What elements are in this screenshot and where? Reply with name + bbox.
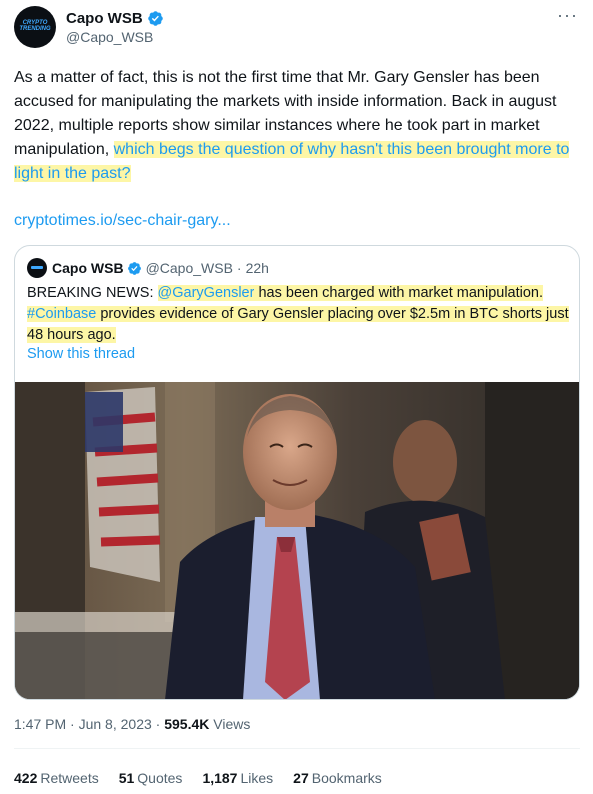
likes-stat[interactable]: 1,187 Likes xyxy=(202,770,273,786)
quoted-text-part2: has been charged with market manipulatio… xyxy=(254,285,544,301)
author-display-name[interactable]: Capo WSB xyxy=(66,10,143,27)
quoted-tweet-header: Capo WSB @Capo_WSB · 22h xyxy=(27,258,269,278)
meta-separator-1: · xyxy=(70,716,75,732)
quoted-time: 22h xyxy=(245,260,269,276)
meta-separator-2: · xyxy=(155,716,161,732)
bookmarks-count: 27 xyxy=(293,770,309,786)
quoted-tweet-text: BREAKING NEWS: @GaryGensler has been cha… xyxy=(27,283,572,346)
avatar[interactable]: CRYPTO TRENDING xyxy=(14,6,56,48)
quotes-count: 51 xyxy=(118,770,135,786)
bookmarks-label: Bookmarks xyxy=(311,770,382,786)
tweet-header: CRYPTO TRENDING Capo WSB @Capo_WSB ··· xyxy=(14,6,580,50)
more-options-icon[interactable]: ··· xyxy=(557,6,578,24)
quoted-text-part3: provides evidence of Gary Gensler placin… xyxy=(27,306,569,343)
views-count: 595.4K xyxy=(164,716,210,732)
likes-label: Likes xyxy=(240,770,274,786)
quoted-hashtag-link[interactable]: #Coinbase xyxy=(27,306,97,322)
quoted-handle: @Capo_WSB xyxy=(145,260,233,276)
name-row: Capo WSB xyxy=(66,8,164,28)
verified-badge-icon[interactable] xyxy=(147,10,164,27)
tweet-time[interactable]: 1:47 PM xyxy=(14,716,66,732)
quoted-separator: · xyxy=(236,260,242,276)
quoted-mention-link[interactable]: @GaryGensler xyxy=(157,285,255,301)
retweets-label: Retweets xyxy=(40,770,99,786)
quoted-display-name: Capo WSB xyxy=(52,260,124,276)
tweet-text: As a matter of fact, this is not the fir… xyxy=(14,66,582,186)
quoted-tweet[interactable]: Capo WSB @Capo_WSB · 22h BREAKING NEWS: … xyxy=(14,245,580,700)
avatar-logo-text: CRYPTO TRENDING xyxy=(19,20,51,32)
article-link[interactable]: cryptotimes.io/sec-chair-gary... xyxy=(14,210,231,232)
tweet-date[interactable]: Jun 8, 2023 xyxy=(79,716,152,732)
divider xyxy=(14,748,580,749)
quotes-stat[interactable]: 51 Quotes xyxy=(119,770,183,786)
bookmarks-stat[interactable]: 27 Bookmarks xyxy=(293,770,382,786)
retweets-count: 422 xyxy=(14,770,38,786)
quoted-tweet-photo[interactable] xyxy=(15,382,579,700)
quotes-label: Quotes xyxy=(137,770,183,786)
engagement-stats: 422 Retweets 51 Quotes 1,187 Likes 27 Bookma… xyxy=(14,770,382,786)
quoted-text-part1: BREAKING NEWS: xyxy=(27,285,158,301)
views-label: Views xyxy=(213,716,251,732)
retweets-stat[interactable]: 422 Retweets xyxy=(14,770,99,786)
quoted-verified-badge-icon xyxy=(127,261,141,275)
tweet-meta: 1:47 PM · Jun 8, 2023 · 595.4K Views xyxy=(14,716,250,732)
show-thread-link[interactable]: Show this thread xyxy=(27,346,135,362)
author-handle[interactable]: @Capo_WSB xyxy=(66,29,153,45)
likes-count: 1,187 xyxy=(202,770,238,786)
quoted-avatar xyxy=(27,258,47,278)
